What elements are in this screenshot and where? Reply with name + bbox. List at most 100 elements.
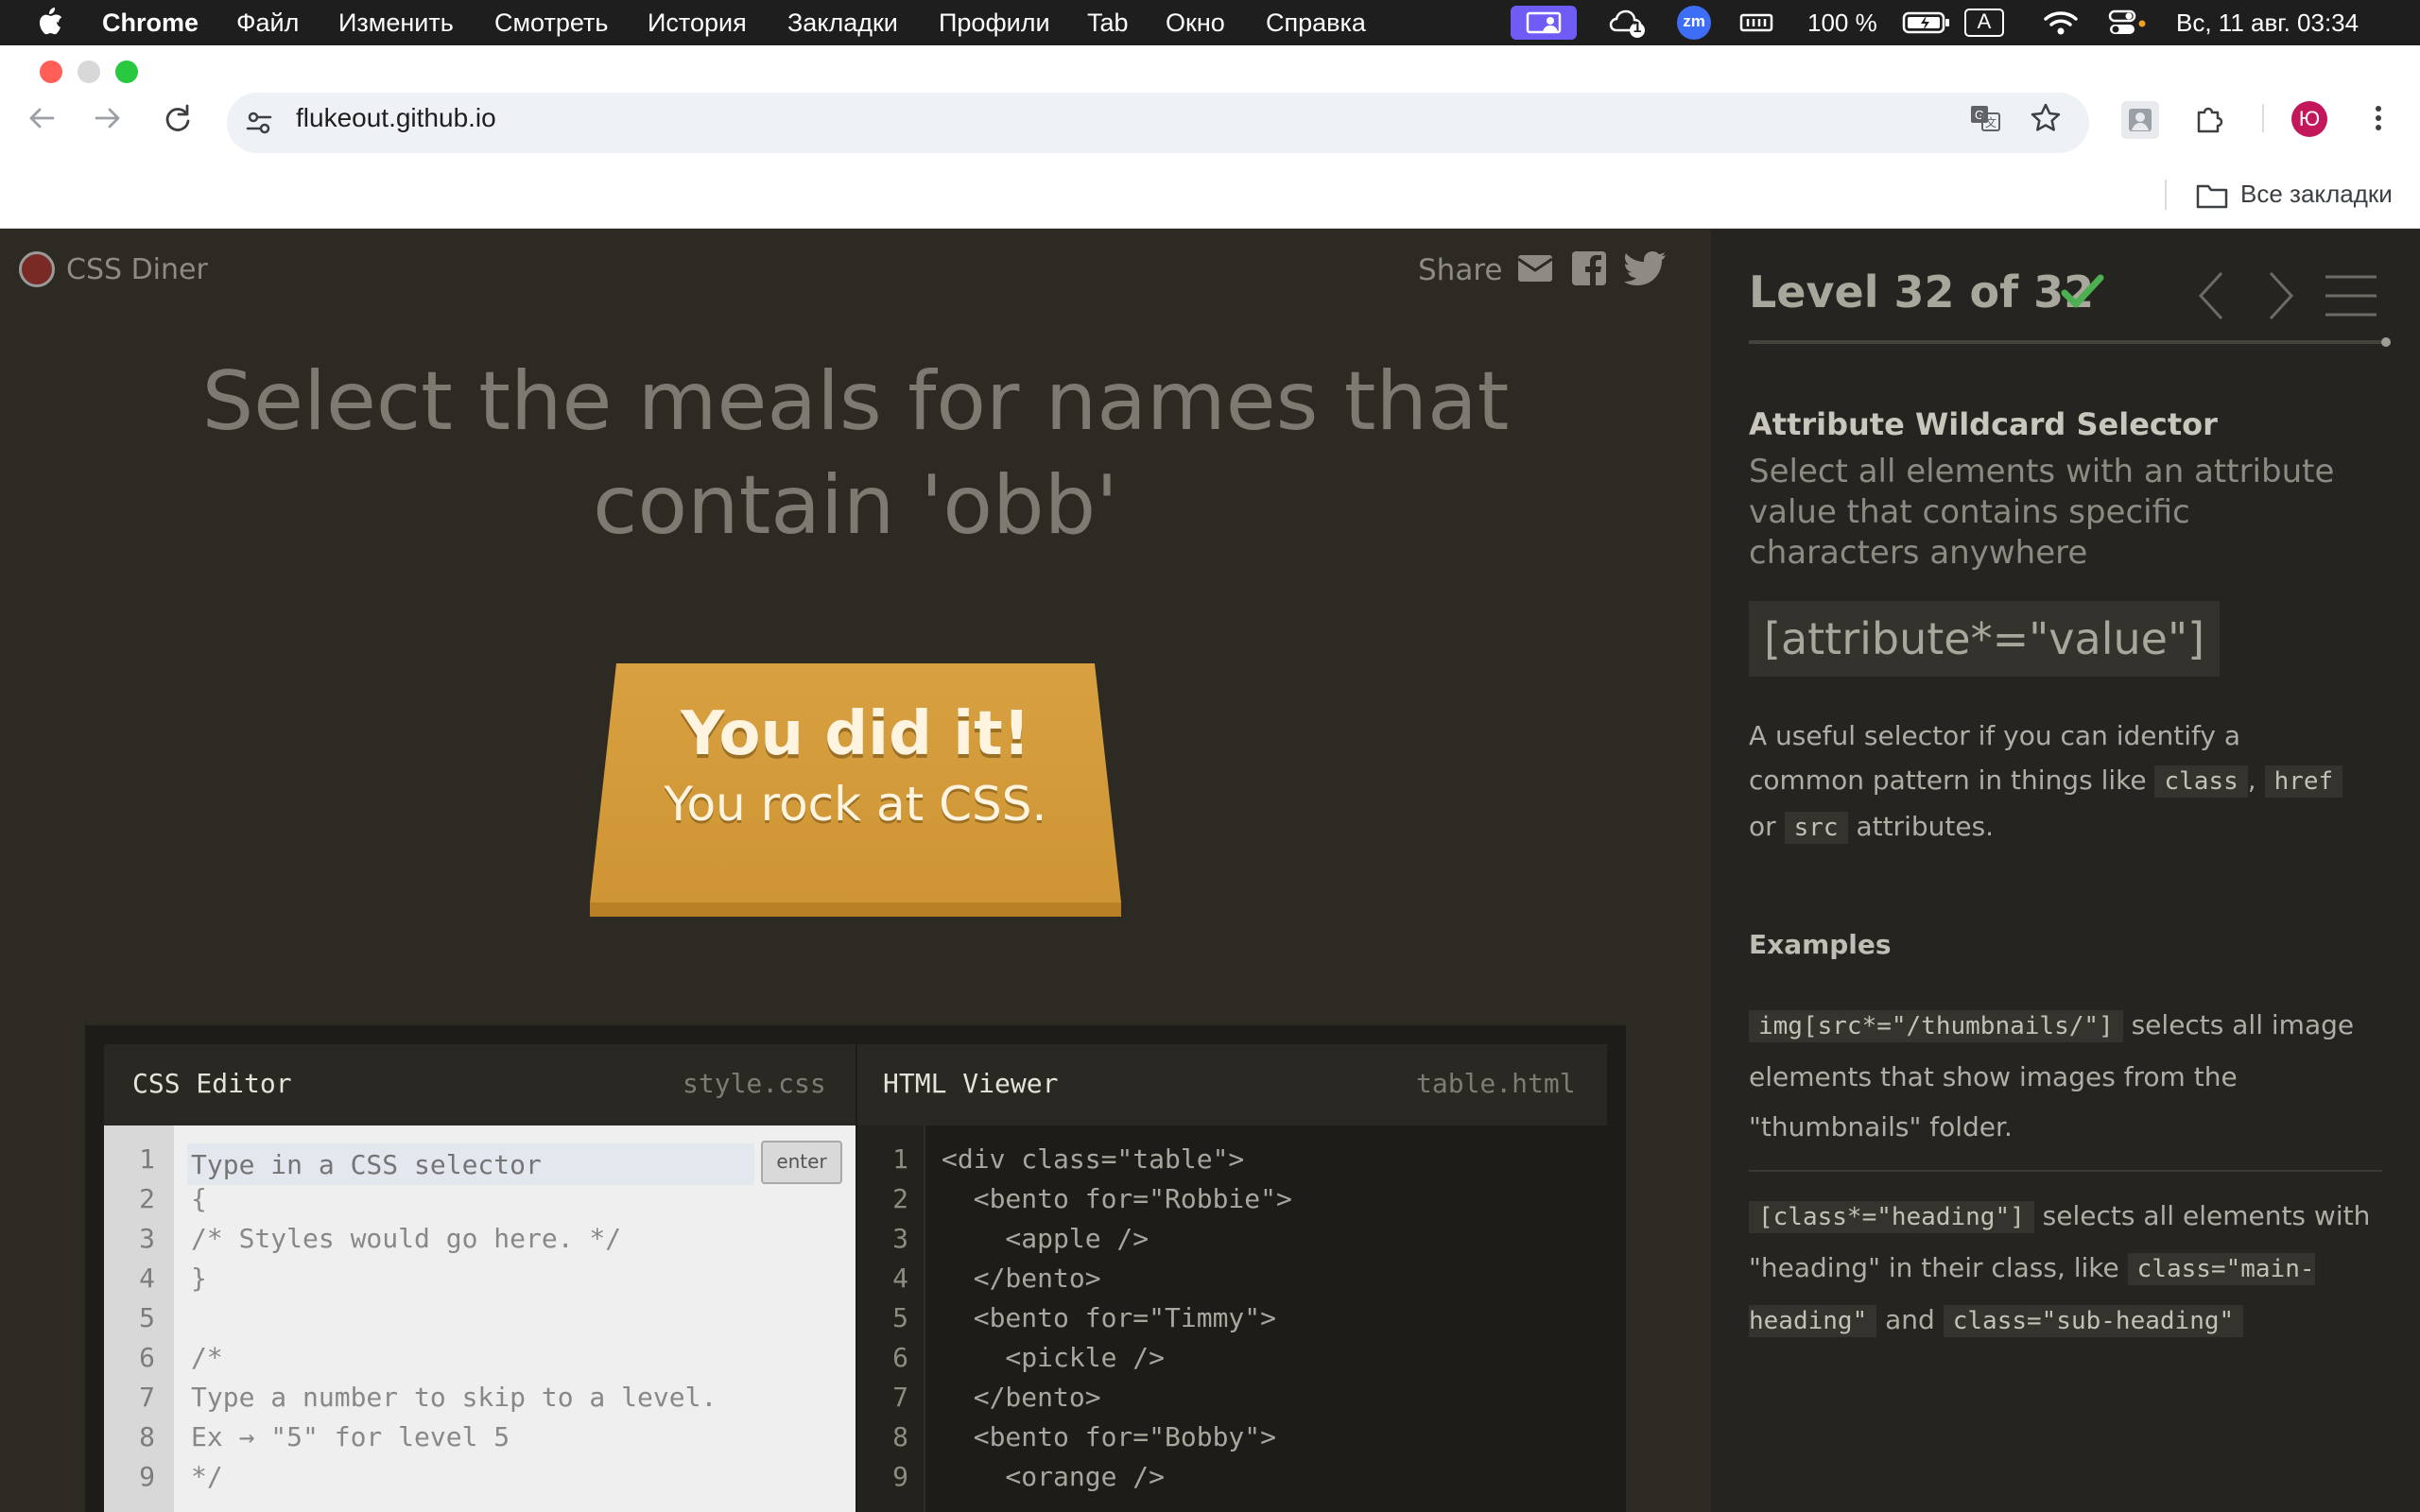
share-label: Share (1418, 253, 1503, 287)
logo-text[interactable]: CSS Diner (66, 253, 208, 286)
menu-app-name[interactable]: Chrome (102, 9, 199, 38)
toolbar-divider (2262, 104, 2264, 132)
zoom-app-icon[interactable]: zm (1677, 6, 1711, 40)
html-code-line[interactable]: </bento> (942, 1263, 1101, 1294)
html-line-number: 2 (892, 1183, 908, 1214)
level-menu-hamburger-icon[interactable] (2325, 274, 2377, 318)
forward-arrow-icon[interactable] (91, 101, 125, 135)
all-bookmarks-link[interactable]: Все закладки (2240, 180, 2393, 209)
html-line-number: 7 (892, 1382, 908, 1413)
css-editor-title: CSS Editor (132, 1068, 292, 1099)
cloud-sync-icon[interactable]: 1 (1607, 6, 1649, 40)
back-arrow-icon[interactable] (25, 101, 59, 135)
html-line-number: 3 (892, 1223, 908, 1254)
menu-edit[interactable]: Изменить (338, 9, 454, 38)
screen-share-icon[interactable] (1511, 6, 1577, 40)
examples-heading: Examples (1749, 929, 1892, 960)
css-line-number: 4 (139, 1263, 155, 1294)
example-code: class="sub-heading" (1943, 1305, 2244, 1337)
chrome-menu-kebab-icon[interactable] (2361, 101, 2395, 135)
twitter-share-icon[interactable] (1622, 249, 1668, 287)
css-selector-input[interactable] (187, 1143, 754, 1185)
css-line-number: 9 (139, 1461, 155, 1492)
html-code-line[interactable]: <bento for="Robbie"> (942, 1183, 1292, 1214)
hint-code-href: href (2264, 765, 2343, 798)
translate-icon[interactable]: G文 (1968, 101, 2002, 135)
zoom-icon-label: zm (1683, 12, 1705, 30)
css-code-line: /* (191, 1342, 223, 1373)
apple-logo-icon[interactable] (36, 6, 64, 38)
menu-help[interactable]: Справка (1266, 9, 1366, 38)
menu-profiles[interactable]: Профили (939, 9, 1050, 38)
css-code-line: */ (191, 1461, 223, 1492)
win-message-subtitle: You rock at CSS. (664, 777, 1047, 832)
selector-hint: A useful selector if you can identify a … (1749, 713, 2363, 850)
css-editor-filename: style.css (683, 1068, 826, 1099)
address-bar[interactable] (227, 93, 2089, 153)
css-line-number: 2 (139, 1183, 155, 1214)
html-line-number: 1 (892, 1143, 908, 1175)
menu-window[interactable]: Окно (1166, 9, 1225, 38)
menu-history[interactable]: История (648, 9, 747, 38)
html-code-line[interactable]: <bento for="Timmy"> (942, 1302, 1276, 1333)
win-message-title: You did it! (681, 699, 1030, 769)
css-diner-logo[interactable] (19, 251, 55, 287)
hint-code-src: src (1784, 812, 1848, 844)
chrome-tab-strip (0, 45, 2420, 96)
menubar-clock: Вс, 11 авг. 03:34 (2176, 9, 2360, 37)
css-line-number: 8 (139, 1421, 155, 1452)
battery-percent: 100 % (1807, 9, 1877, 37)
window-zoom-button[interactable] (115, 60, 138, 83)
battery-icon[interactable] (1902, 6, 1951, 40)
css-code-line: { (191, 1183, 207, 1214)
previous-level-icon[interactable] (2195, 269, 2227, 322)
example-code: img[src*="/thumbnails/"] (1749, 1010, 2123, 1042)
extensions-puzzle-icon[interactable] (2193, 101, 2227, 135)
folder-icon[interactable] (2195, 180, 2229, 212)
facebook-share-icon[interactable] (1571, 249, 1607, 287)
hint-code-class: class (2154, 765, 2248, 798)
input-source-label: A (1977, 9, 1992, 33)
site-settings-icon[interactable] (242, 106, 276, 140)
html-code-line[interactable]: </bento> (942, 1382, 1101, 1413)
bookmarks-divider (2165, 180, 2167, 210)
menu-file[interactable]: Файл (236, 9, 299, 38)
html-code-line[interactable]: <bento for="Bobby"> (942, 1421, 1276, 1452)
control-center-icon[interactable] (2106, 6, 2148, 40)
html-code-line[interactable]: <pickle /> (942, 1342, 1165, 1373)
menu-bookmarks[interactable]: Закладки (787, 9, 898, 38)
input-source-icon[interactable]: A (1962, 6, 2006, 40)
url-text[interactable]: flukeout.github.io (296, 103, 496, 133)
profile-avatar[interactable]: Ю (2291, 101, 2327, 137)
level-indicator[interactable]: Level 32 of 32 (1749, 266, 2094, 318)
css-code-line: } (191, 1263, 207, 1294)
html-viewer-filename: table.html (1416, 1068, 1576, 1099)
enter-button[interactable]: enter (761, 1141, 842, 1184)
example-item: img[src*="/thumbnails/"] selects all ima… (1749, 1000, 2382, 1152)
bookmarks-bar (0, 140, 2420, 229)
html-line-number: 8 (892, 1421, 908, 1452)
email-share-icon[interactable] (1516, 251, 1554, 285)
css-code-line: /* Styles would go here. */ (191, 1223, 622, 1254)
next-level-icon[interactable] (2265, 269, 2297, 322)
css-line-number: 3 (139, 1223, 155, 1254)
hint-separator-or: or (1749, 811, 1776, 842)
selector-syntax: [attribute*="value"] (1749, 601, 2221, 677)
memory-chip-icon[interactable] (1739, 6, 1773, 40)
menu-view[interactable]: Смотреть (494, 9, 608, 38)
wifi-icon[interactable] (2042, 6, 2080, 40)
reload-icon[interactable] (161, 101, 195, 135)
window-close-button[interactable] (40, 60, 62, 83)
level-complete-checkmark-icon (2061, 274, 2104, 308)
css-line-number: 1 (139, 1143, 155, 1175)
html-code-line[interactable]: <apple /> (942, 1223, 1149, 1254)
menu-tab[interactable]: Tab (1087, 9, 1129, 38)
level-progress-marker (2381, 337, 2391, 347)
css-line-number: 7 (139, 1382, 155, 1413)
svg-text:文: 文 (1985, 115, 1996, 129)
window-minimize-button[interactable] (78, 60, 100, 83)
html-code-line[interactable]: <div class="table"> (942, 1143, 1244, 1175)
html-code-line[interactable]: <orange /> (942, 1461, 1165, 1492)
extension-photo-icon[interactable] (2121, 101, 2159, 139)
bookmark-star-icon[interactable] (2029, 101, 2063, 135)
